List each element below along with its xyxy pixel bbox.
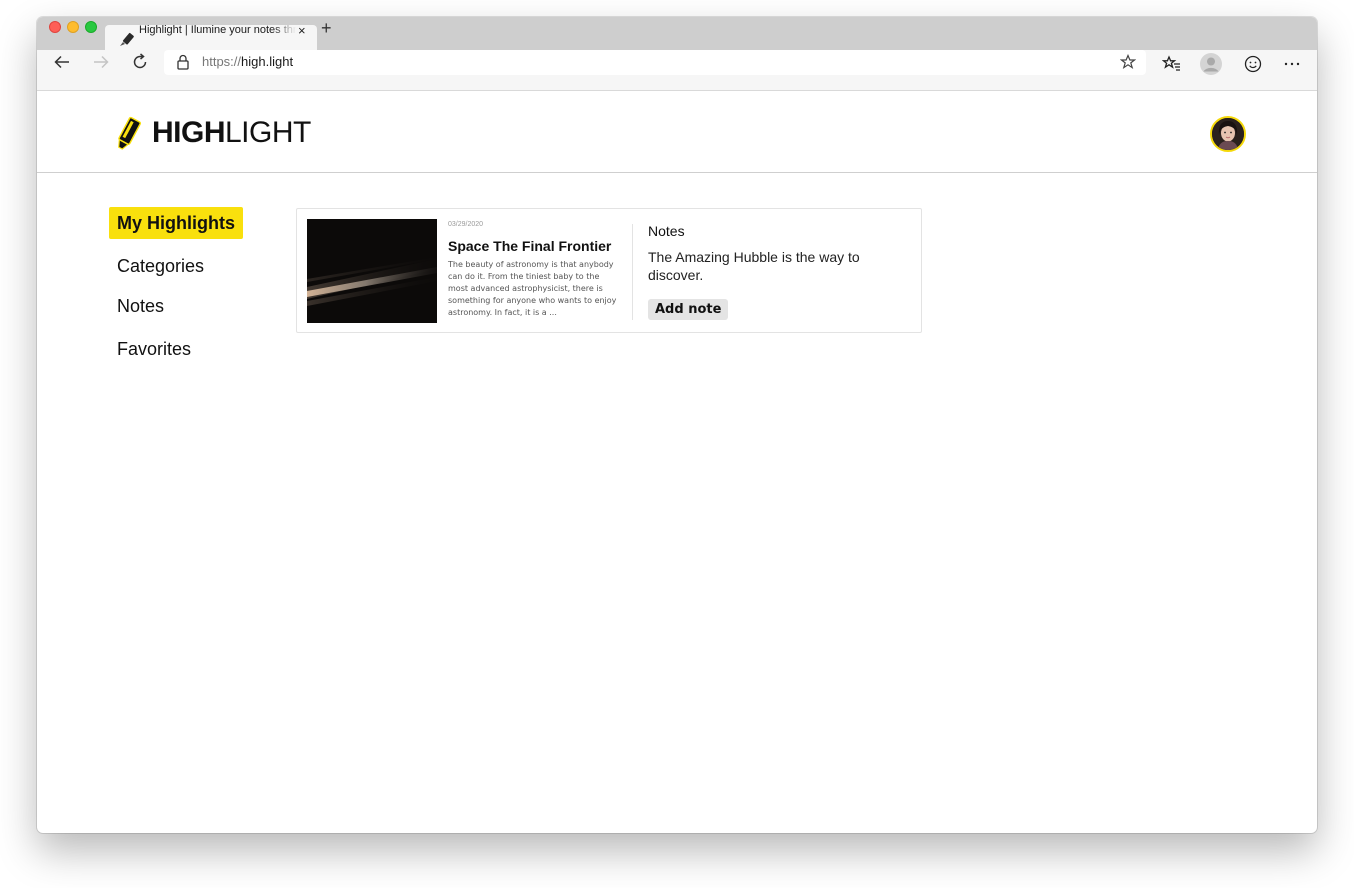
minimize-window-button[interactable]	[67, 21, 79, 33]
reload-icon[interactable]	[126, 48, 154, 76]
profile-icon[interactable]	[1199, 52, 1223, 76]
user-avatar[interactable]	[1210, 116, 1246, 152]
back-arrow-icon[interactable]	[48, 48, 76, 76]
notes-heading: Notes	[648, 223, 685, 239]
sidebar-item-my-highlights[interactable]: My Highlights	[109, 207, 243, 239]
sidebar-item-notes[interactable]: Notes	[109, 290, 164, 322]
highlight-card: 03/29/2020 Space The Final Frontier The …	[296, 208, 922, 333]
logo-bold-part: HIGH	[152, 116, 226, 149]
highlighter-favicon-icon	[117, 31, 135, 49]
highlight-title[interactable]: Space The Final Frontier	[448, 237, 611, 255]
star-icon[interactable]	[1119, 53, 1137, 75]
browser-window: Highlight | Ilumine your notes through y…	[37, 17, 1317, 833]
zoom-window-button[interactable]	[85, 21, 97, 33]
note-text: The Amazing Hubble is the way to discove…	[648, 249, 860, 283]
new-tab-button[interactable]: +	[321, 18, 332, 38]
article-thumbnail[interactable]	[307, 219, 437, 323]
highlight-date: 03/29/2020	[448, 221, 484, 228]
sidebar-item-favorites[interactable]: Favorites	[109, 333, 191, 365]
tab-close-icon[interactable]: ×	[298, 22, 306, 39]
url-host: high.light	[241, 54, 294, 69]
card-divider	[632, 224, 633, 320]
screen: Highlight | Ilumine your notes through y…	[0, 0, 1354, 888]
tab-title: Highlight | Ilumine your notes through y…	[139, 24, 296, 36]
logo-light-part: LIGHT	[225, 116, 311, 149]
browser-tab[interactable]: Highlight | Ilumine your notes through y…	[105, 22, 317, 50]
add-note-button[interactable]: Add note	[648, 299, 729, 320]
tab-strip: Highlight | Ilumine your notes through y…	[37, 17, 1317, 50]
site-logo-text[interactable]: HIGHLIGHT	[152, 116, 311, 150]
highlighter-logo-icon[interactable]	[111, 114, 145, 159]
address-bar[interactable]: https://high.light	[164, 50, 1146, 75]
favorites-icon[interactable]	[1160, 52, 1184, 76]
lock-icon	[176, 54, 190, 75]
close-window-button[interactable]	[49, 21, 61, 33]
url-scheme: https://	[202, 54, 242, 69]
sidebar-item-categories[interactable]: Categories	[109, 250, 204, 282]
more-icon[interactable]	[1280, 52, 1304, 76]
highlight-excerpt: The beauty of astronomy is that anybody …	[448, 260, 617, 317]
browser-toolbar: https://high.light	[37, 50, 1317, 91]
site-header: HIGHLIGHT	[37, 92, 1317, 173]
forward-arrow-icon[interactable]	[87, 48, 115, 76]
url-text: https://high.light	[202, 54, 293, 70]
emoji-icon[interactable]	[1241, 52, 1265, 76]
